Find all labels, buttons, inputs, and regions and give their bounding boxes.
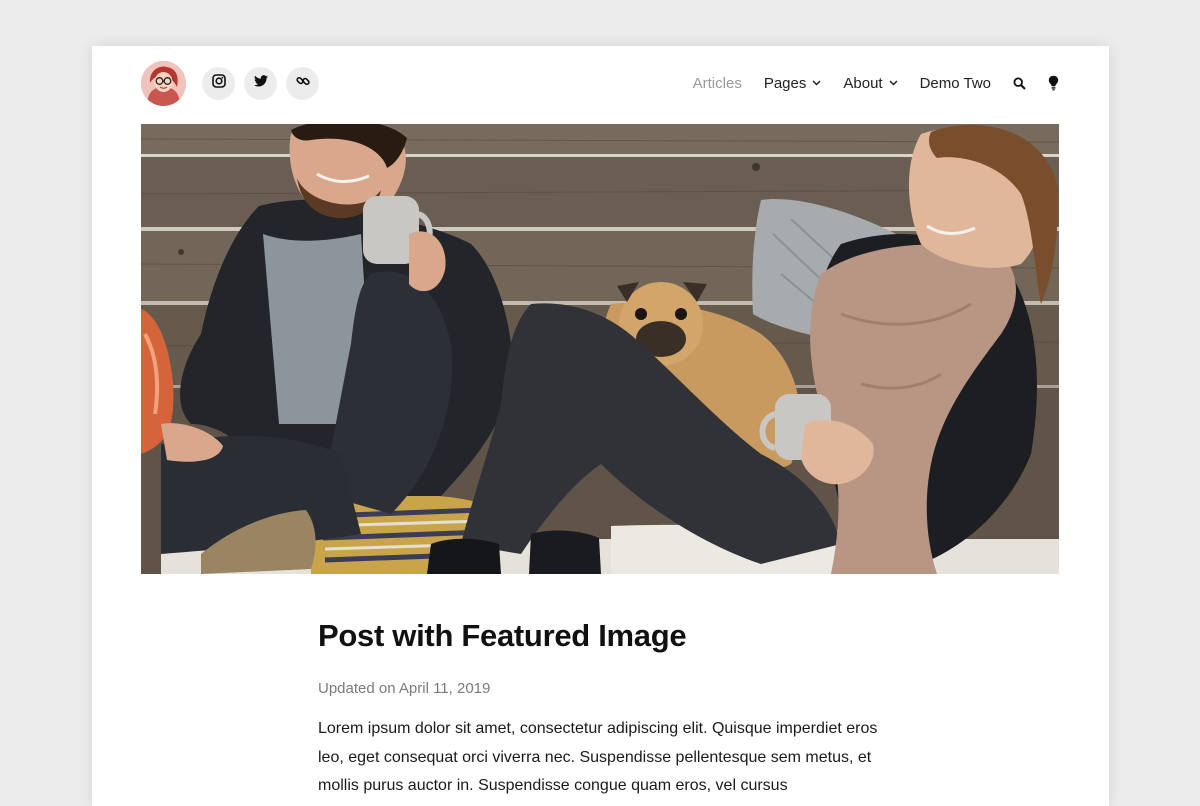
search-icon[interactable] [1013,76,1026,90]
link-button[interactable] [286,66,319,100]
page-card: Articles Pages About Demo Two Post with … [92,46,1109,806]
author-avatar[interactable] [141,60,186,106]
nav-item-about[interactable]: About [843,74,898,92]
instagram-icon [211,73,226,93]
chevron-down-icon [812,80,821,86]
post-body: Lorem ipsum dolor sit amet, consectetur … [318,720,878,795]
nav-item-demo-two[interactable]: Demo Two [920,75,991,92]
chevron-down-icon [889,80,898,86]
lightbulb-icon[interactable] [1048,75,1059,91]
link-icon [295,74,310,93]
nav-item-pages[interactable]: Pages [764,75,822,92]
avatar-image [141,60,186,106]
instagram-button[interactable] [202,66,235,100]
post-title[interactable]: Post with Featured Image [318,617,878,654]
twitter-icon [253,74,268,92]
featured-image-illustration [141,124,1059,574]
main-nav: Articles Pages About Demo Two [671,75,1059,92]
site-header: Articles Pages About Demo Two [141,59,1059,107]
post-updated-date: Updated on April 11, 2019 [318,680,491,698]
header-left [141,60,319,106]
featured-image [141,124,1059,574]
nav-label: About [843,74,883,92]
post: Post with Featured Image Updated on Apri… [318,617,878,801]
nav-item-articles[interactable]: Articles [693,75,742,92]
twitter-button[interactable] [244,66,277,100]
nav-label: Pages [763,74,807,92]
nav-label: Articles [692,74,742,92]
nav-label: Demo Two [919,74,991,92]
